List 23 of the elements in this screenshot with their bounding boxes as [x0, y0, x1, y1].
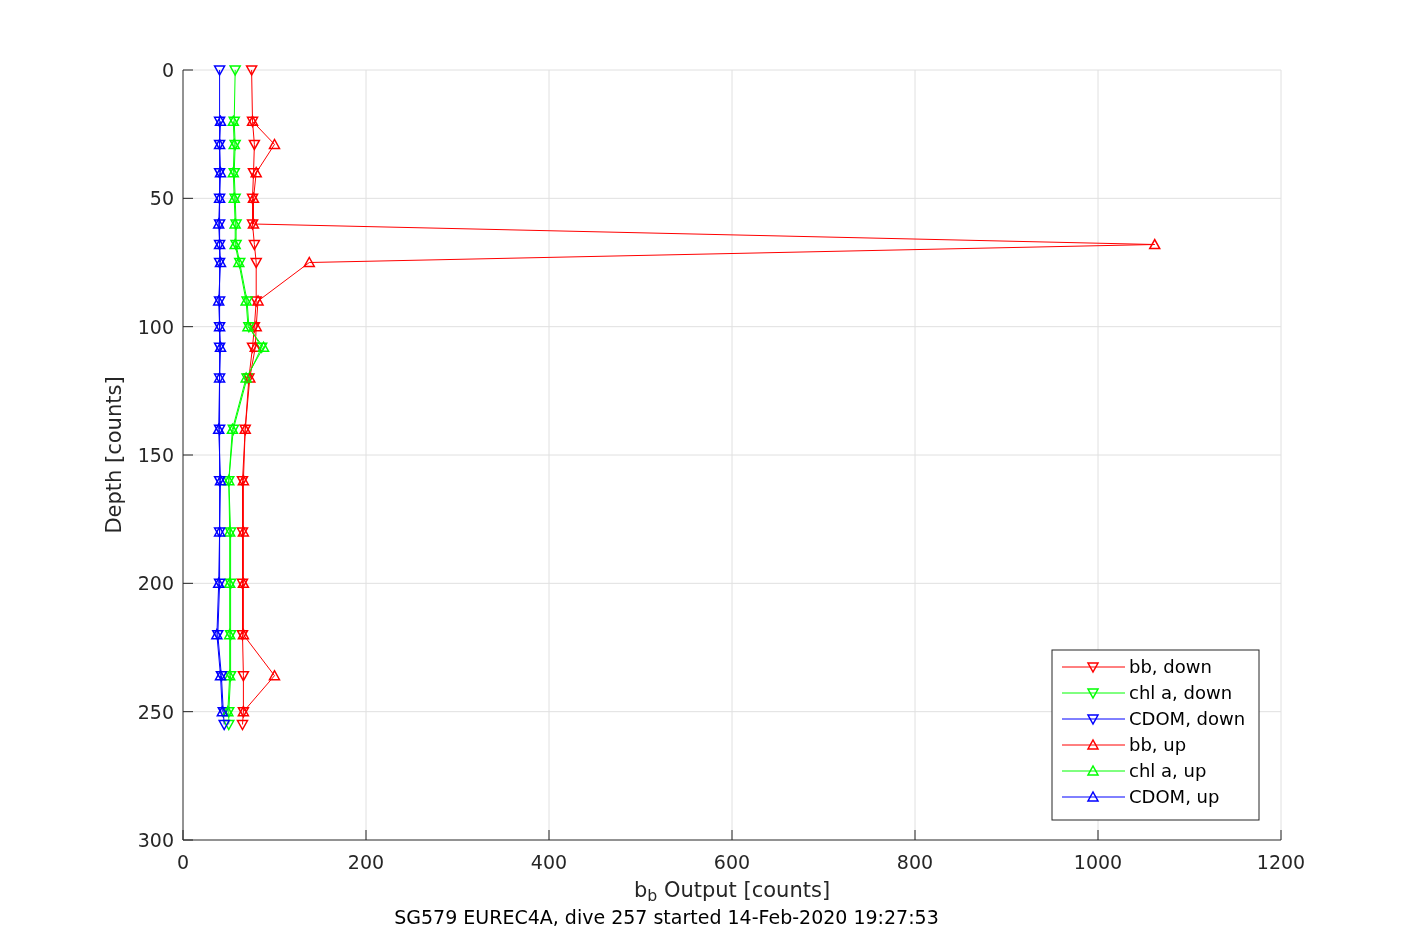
tick-label: 0	[176, 851, 190, 873]
tick-label: 800	[896, 851, 934, 873]
tick-label: 300	[137, 829, 174, 851]
tick-label: 250	[137, 700, 174, 723]
tick-label: 0	[161, 59, 174, 81]
legend-label: chl a, up	[1129, 760, 1207, 781]
tick-label: 1200	[1256, 851, 1306, 873]
tick-label: 100	[137, 315, 174, 338]
tick-label: 400	[530, 851, 568, 873]
tick-label: 200	[347, 851, 385, 873]
tick-label: 200	[137, 572, 174, 595]
chart-caption: SG579 EUREC4A, dive 257 started 14-Feb-2020 19:27:53	[394, 906, 939, 928]
legend-label: chl a, down	[1129, 682, 1233, 703]
legend-label: CDOM, down	[1129, 708, 1246, 729]
legend-label: CDOM, up	[1129, 786, 1220, 807]
tick-label: 150	[137, 444, 174, 466]
tick-label: 50	[149, 187, 174, 210]
tick-label: 1000	[1073, 851, 1123, 873]
legend-label: bb, up	[1129, 734, 1187, 755]
y-axis-label: Depth [counts]	[102, 376, 126, 534]
legend-label: bb, down	[1129, 656, 1212, 677]
tick-label: 600	[713, 851, 751, 873]
x-axis-label: b$_{b}$ Output [counts]	[633, 877, 831, 906]
